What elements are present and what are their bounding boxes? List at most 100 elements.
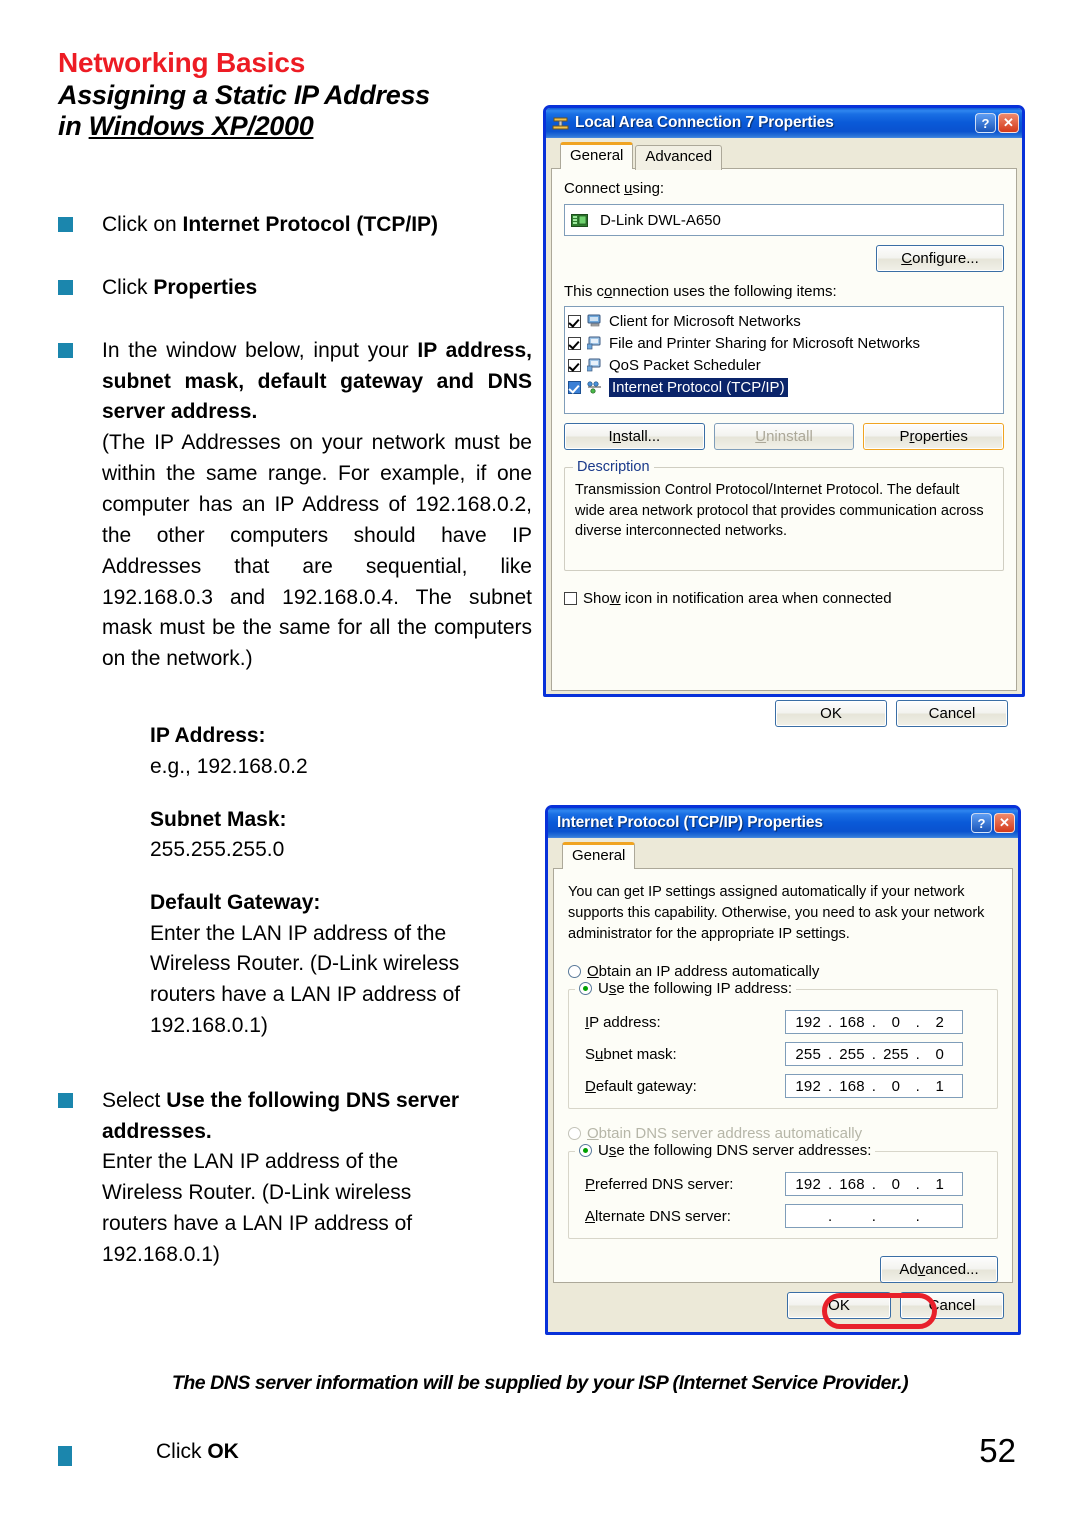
instruction-4-note: Enter the LAN IP address of the Wireless… [102,1150,413,1266]
dialog1-tabs[interactable]: General Advanced [551,142,1017,170]
radio-use-following-ip-label: Use the following IP address: [598,980,793,998]
items-label: This connection uses the following items… [564,283,837,300]
close-button[interactable]: ✕ [998,113,1019,133]
dialog1-body: General Advanced Connect using: D-Link D… [546,138,1022,736]
mask-octet-1: 255 [795,1045,822,1063]
dialog1-title: Local Area Connection 7 Properties [575,114,834,131]
default-gateway-input[interactable]: 192. 168. 0. 1 [785,1074,963,1099]
list-item[interactable]: File and Printer Sharing for Microsoft N… [568,332,1001,354]
dialog2-tabs[interactable]: General [553,842,1013,869]
tab-general[interactable]: General [562,842,636,869]
bullet-square-icon [58,1092,73,1108]
help-button[interactable]: ? [975,113,996,133]
isp-footnote: The DNS server information will be suppl… [171,1372,909,1394]
click-ok-bullet: Click OK [58,1440,239,1466]
bullet-square-icon [58,279,73,295]
network-items-list[interactable]: Client for Microsoft Networks File and P… [564,306,1004,414]
instruction-2-bold: Properties [153,275,258,299]
dialog1-footer-buttons[interactable]: OK Cancel [551,691,1017,731]
radio-obtain-dns-row[interactable]: Obtain DNS server address automatically [568,1125,998,1142]
client-network-icon [587,314,603,328]
radio-obtain-dns[interactable] [568,1127,581,1141]
internet-protocol-properties-dialog[interactable]: Internet Protocol (TCP/IP) Properties ? … [545,805,1021,1335]
adapter-field[interactable]: D-Link DWL-A650 [564,204,1004,236]
advanced-button[interactable]: Ad v anced... [880,1256,998,1284]
list-item[interactable]: Client for Microsoft Networks [568,310,1001,332]
item-checkbox[interactable] [568,358,581,372]
local-area-connection-properties-dialog[interactable]: Local Area Connection 7 Properties ? ✕ G… [543,105,1025,727]
dialog1-window-buttons[interactable]: ? ✕ [975,113,1019,133]
item-label: QoS Packet Scheduler [609,356,761,374]
ip-address-label: IP Address: [150,724,266,748]
ip-address-row: IP address: 192. 168. 0. 2 [585,1010,987,1035]
show-icon-row[interactable]: Show icon in notification area when conn… [564,587,1004,609]
page-number: 52 [979,1432,1016,1469]
cancel-button[interactable]: Cancel [896,700,1008,727]
subnet-mask-value: 255.255.255.0 [150,838,285,862]
click-ok-bold: OK [207,1440,239,1463]
default-gateway-label: Default gateway: [585,1077,697,1095]
preferred-dns-input[interactable]: 192. 168. 0. 1 [785,1172,963,1197]
item-checkbox[interactable] [568,336,581,350]
ip-octet-2: 168 [839,1013,865,1031]
default-gateway-value: Enter the LAN IP address of the Wireless… [150,921,461,1037]
ip-octet-3: 0 [891,1013,901,1031]
dialog2-footer-buttons[interactable]: OK Cancel [553,1283,1013,1323]
tab-general[interactable]: General [560,142,634,169]
show-icon-label: Show icon in notification area when conn… [583,589,892,607]
radio-use-following-ip[interactable] [579,982,592,996]
item-checkbox[interactable] [568,314,581,328]
gateway-octet-2: 168 [839,1077,865,1095]
dialog2-general-panel: You can get IP settings assigned automat… [553,868,1013,1284]
item-checkbox[interactable] [568,380,581,394]
mask-octet-3: 255 [883,1045,909,1063]
configure-button[interactable]: Configure... [876,245,1004,272]
instruction-bullet-3: In the window below, input your IP addre… [58,336,538,675]
ok-button[interactable]: OK [775,700,887,727]
subnet-mask-label: Subnet mask: [585,1045,677,1063]
item-label: Internet Protocol (TCP/IP) [609,377,788,397]
radio-obtain-ip-row[interactable]: Obtain an IP address automatically [568,963,998,980]
show-icon-checkbox[interactable] [564,591,577,605]
instruction-3-text: In the window below, input your IP addre… [102,336,532,675]
qos-scheduler-icon [586,358,603,372]
help-button[interactable]: ? [971,813,992,833]
dialog2-body: General You can get IP settings assigned… [548,838,1018,1328]
pdns-octet-2: 168 [839,1175,865,1193]
page-title-line2: in Windows XP/2000 [58,111,314,141]
connect-using-label: Connect using: [564,180,665,197]
radio-use-following-dns-label: Use the following DNS server addresses: [598,1142,872,1160]
radio-use-following-dns[interactable] [579,1144,592,1158]
description-legend: Description [573,459,654,475]
radio-obtain-ip[interactable] [568,965,581,979]
instruction-4-text: Select Use the following DNS server addr… [102,1086,482,1271]
default-gateway-label: Default Gateway: [150,890,321,914]
subnet-mask-row: Subnet mask: 255. 255. 255. 0 [585,1042,987,1067]
bullet-square-icon [58,1446,72,1466]
ip-address-label: IP address: [585,1013,661,1031]
cancel-button[interactable]: Cancel [900,1292,1004,1319]
ok-button[interactable]: OK [787,1292,891,1319]
ip-address-input[interactable]: 192. 168. 0. 2 [785,1010,963,1035]
dialog2-titlebar[interactable]: Internet Protocol (TCP/IP) Properties ? … [548,808,1018,838]
alternate-dns-input[interactable]: . . . [785,1204,963,1229]
uninstall-button: Uninstall [713,423,855,450]
install-button[interactable]: In stall... [564,423,705,450]
radio-use-ip-row[interactable]: Use the following IP address: [575,980,797,998]
ip-octet-4: 2 [935,1013,944,1031]
radio-use-dns-row[interactable]: Use the following DNS server addresses: [575,1142,876,1160]
page-title: Assigning a Static IP Address in Windows… [58,80,538,142]
dialog1-titlebar[interactable]: Local Area Connection 7 Properties ? ✕ [546,108,1022,138]
dialog2-window-buttons[interactable]: ? ✕ [971,813,1015,833]
tab-advanced[interactable]: Advanced [635,145,723,170]
item-label: Client for Microsoft Networks [609,312,801,330]
close-button[interactable]: ✕ [994,813,1015,833]
static-ip-group: Use the following IP address: IP address… [568,980,998,1110]
page-title-line1: Assigning a Static IP Address [58,80,430,111]
list-item-internet-protocol[interactable]: Internet Protocol (TCP/IP) [568,376,1001,398]
properties-button[interactable]: Pr operties [863,423,1005,450]
instruction-3-note: (The IP Addresses on your network must b… [102,431,532,671]
subnet-mask-input[interactable]: 255. 255. 255. 0 [785,1042,963,1067]
ip-octet-1: 192 [795,1013,822,1031]
list-item[interactable]: QoS Packet Scheduler [568,354,1001,376]
